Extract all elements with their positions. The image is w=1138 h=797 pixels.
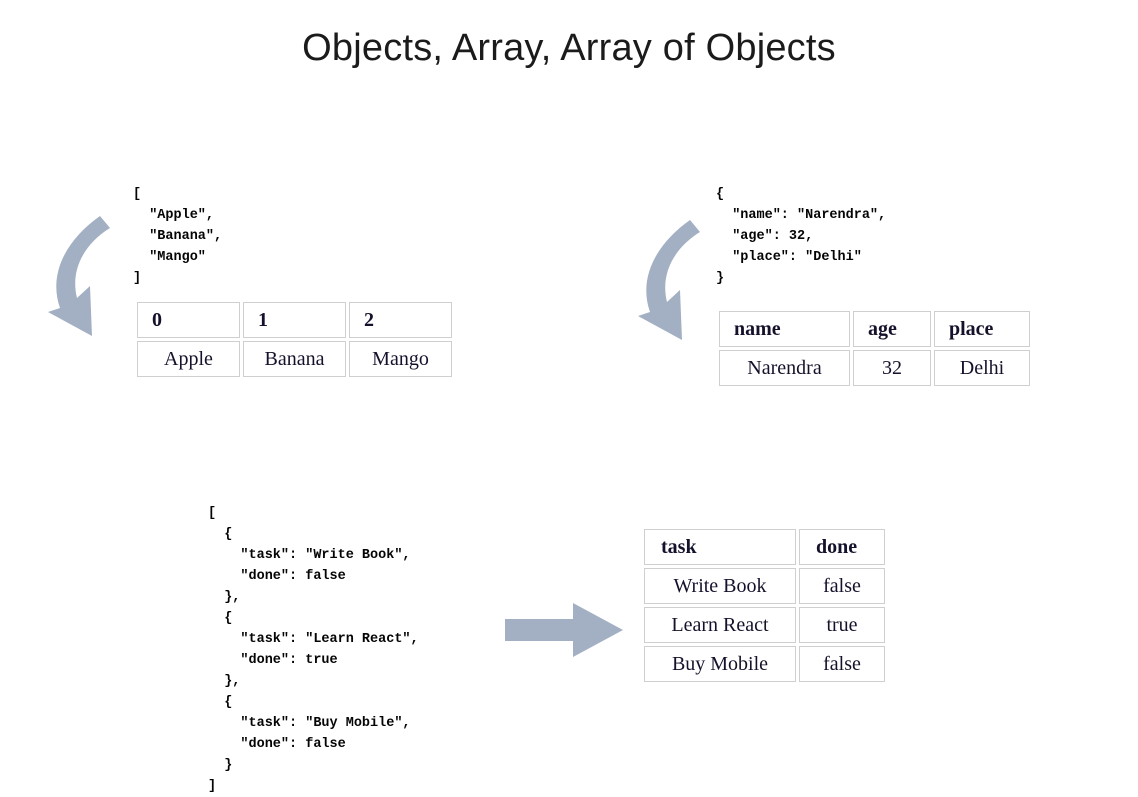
table-cell: Apple — [137, 341, 240, 377]
table-header-cell: task — [644, 529, 796, 565]
straight-arrow-right-icon — [505, 603, 623, 657]
table-cell: Write Book — [644, 568, 796, 604]
table-row: Learn React true — [644, 607, 885, 643]
table-cell: Mango — [349, 341, 452, 377]
table-cell: false — [799, 646, 885, 682]
table-cell: 32 — [853, 350, 931, 386]
table-header-cell: age — [853, 311, 931, 347]
table-cell: Narendra — [719, 350, 850, 386]
table-header-cell: 2 — [349, 302, 452, 338]
table-row: Buy Mobile false — [644, 646, 885, 682]
table-cell: Buy Mobile — [644, 646, 796, 682]
table-cell: Banana — [243, 341, 346, 377]
table-header-cell: name — [719, 311, 850, 347]
tasks-table: task done Write Book false Learn React t… — [641, 526, 888, 685]
table-row: Apple Banana Mango — [137, 341, 452, 377]
table-header-cell: done — [799, 529, 885, 565]
array-index-table: 0 1 2 Apple Banana Mango — [134, 299, 455, 380]
object-key-table: name age place Narendra 32 Delhi — [716, 308, 1033, 389]
table-row: Narendra 32 Delhi — [719, 350, 1030, 386]
table-cell: true — [799, 607, 885, 643]
table-header-cell: 0 — [137, 302, 240, 338]
table-cell: false — [799, 568, 885, 604]
table-row: Write Book false — [644, 568, 885, 604]
array-of-objects-json-code: [ { "task": "Write Book", "done": false … — [208, 505, 419, 794]
table-header-cell: 1 — [243, 302, 346, 338]
table-header-row: name age place — [719, 311, 1030, 347]
table-header-cell: place — [934, 311, 1030, 347]
table-cell: Delhi — [934, 350, 1030, 386]
table-header-row: 0 1 2 — [137, 302, 452, 338]
page-title: Objects, Array, Array of Objects — [302, 27, 836, 69]
table-header-row: task done — [644, 529, 885, 565]
table-cell: Learn React — [644, 607, 796, 643]
